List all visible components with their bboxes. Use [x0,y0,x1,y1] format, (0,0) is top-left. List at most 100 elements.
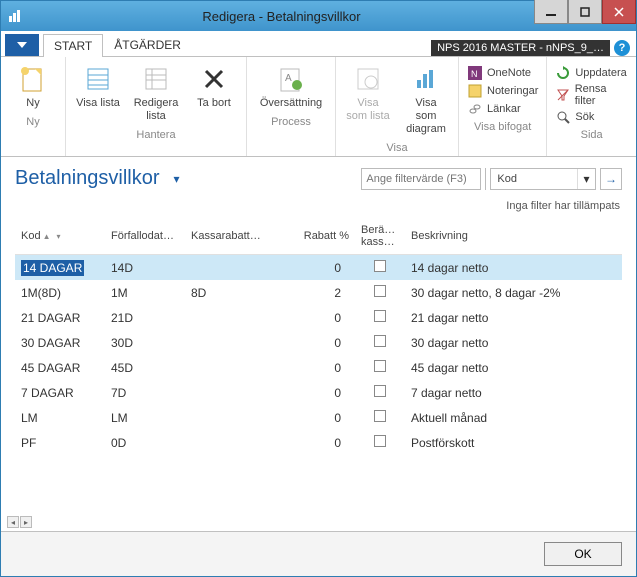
tab-start[interactable]: START [43,34,103,57]
close-button[interactable] [602,0,636,24]
page-title-dropdown[interactable]: ▾ [174,172,180,186]
cell-rabatt[interactable]: 0 [285,355,355,380]
prev-record-icon[interactable]: ◂ [7,516,19,528]
next-record-icon[interactable]: ▸ [20,516,32,528]
cell-berakn[interactable] [355,255,405,281]
cell-berakn[interactable] [355,355,405,380]
cell-besk[interactable]: 45 dagar netto [405,355,622,380]
checkbox[interactable] [374,310,386,322]
cell-besk[interactable]: 14 dagar netto [405,255,622,281]
translation-button[interactable]: A Översättning [255,61,327,112]
cell-forf[interactable]: 45D [105,355,185,380]
links-button[interactable]: Länkar [467,101,538,117]
checkbox[interactable] [374,360,386,372]
cell-berakn[interactable] [355,305,405,330]
cell-berakn[interactable] [355,330,405,355]
cell-rabatt[interactable]: 0 [285,380,355,405]
cell-berakn[interactable] [355,380,405,405]
show-as-list-button[interactable]: Visa som lista [344,61,392,138]
filter-input[interactable] [361,168,481,190]
new-button[interactable]: Ny [9,61,57,112]
cell-kod[interactable]: 14 DAGAR [15,255,105,281]
cell-rabatt[interactable]: 0 [285,405,355,430]
file-menu-button[interactable] [5,34,39,56]
filter-field-select[interactable]: Kod ▾ [490,168,596,190]
cell-kod[interactable]: PF [15,430,105,455]
data-grid[interactable]: Kod▲▾ Förfallodat… Kassarabatt… Rabatt %… [15,218,622,531]
cell-besk[interactable]: 30 dagar netto [405,330,622,355]
cell-kod[interactable]: 1M(8D) [15,280,105,305]
notes-button[interactable]: Noteringar [467,83,538,99]
table-row[interactable]: 30 DAGAR30D 0 30 dagar netto [15,330,622,355]
table-row[interactable]: 21 DAGAR21D 0 21 dagar netto [15,305,622,330]
cell-rabatt[interactable]: 2 [285,280,355,305]
cell-forf[interactable]: 14D [105,255,185,281]
checkbox[interactable] [374,435,386,447]
cell-kass[interactable] [185,330,285,355]
checkbox[interactable] [374,335,386,347]
cell-kass[interactable] [185,430,285,455]
table-row[interactable]: 14 DAGAR14D 0 14 dagar netto [15,255,622,281]
edit-list-button[interactable]: Redigera lista [132,61,180,125]
cell-kod[interactable]: 30 DAGAR [15,330,105,355]
tab-actions[interactable]: ÅTGÄRDER [103,33,192,56]
cell-kass[interactable] [185,355,285,380]
refresh-button[interactable]: Uppdatera [555,65,628,81]
record-nav[interactable]: ◂ ▸ [7,516,32,528]
cell-rabatt[interactable]: 0 [285,305,355,330]
cell-kod[interactable]: 7 DAGAR [15,380,105,405]
col-kassarabatt[interactable]: Kassarabatt… [185,218,285,255]
cell-kass[interactable] [185,305,285,330]
cell-kass[interactable] [185,405,285,430]
table-row[interactable]: 45 DAGAR45D 0 45 dagar netto [15,355,622,380]
cell-besk[interactable]: Postförskott [405,430,622,455]
cell-kass[interactable] [185,255,285,281]
cell-besk[interactable]: 21 dagar netto [405,305,622,330]
cell-kass[interactable] [185,380,285,405]
table-row[interactable]: 7 DAGAR7D 0 7 dagar netto [15,380,622,405]
cell-berakn[interactable] [355,430,405,455]
cell-besk[interactable]: Aktuell månad [405,405,622,430]
show-as-chart-button[interactable]: Visa som diagram [402,61,450,138]
cell-rabatt[interactable]: 0 [285,430,355,455]
cell-rabatt[interactable]: 0 [285,255,355,281]
show-list-button[interactable]: Visa lista [74,61,122,125]
cell-berakn[interactable] [355,280,405,305]
cell-kod[interactable]: 21 DAGAR [15,305,105,330]
col-beskrivning[interactable]: Beskrivning [405,218,622,255]
cell-besk[interactable]: 30 dagar netto, 8 dagar -2% [405,280,622,305]
cell-forf[interactable]: 1M [105,280,185,305]
help-icon[interactable]: ? [614,40,630,56]
apply-filter-button[interactable]: → [600,168,622,190]
cell-besk[interactable]: 7 dagar netto [405,380,622,405]
search-button[interactable]: Sök [555,109,628,125]
cell-forf[interactable]: 0D [105,430,185,455]
cell-forf[interactable]: LM [105,405,185,430]
table-row[interactable]: PF0D 0 Postförskott [15,430,622,455]
cell-forf[interactable]: 21D [105,305,185,330]
cell-kod[interactable]: 45 DAGAR [15,355,105,380]
col-rabatt[interactable]: Rabatt % [285,218,355,255]
chevron-down-icon[interactable]: ▾ [577,169,595,189]
table-row[interactable]: 1M(8D)1M8D2 30 dagar netto, 8 dagar -2% [15,280,622,305]
cell-forf[interactable]: 30D [105,330,185,355]
col-kod[interactable]: Kod▲▾ [15,218,105,255]
col-berakn[interactable]: Berä… kass… [355,218,405,255]
cell-forf[interactable]: 7D [105,380,185,405]
table-row[interactable]: LMLM 0 Aktuell månad [15,405,622,430]
maximize-button[interactable] [568,0,602,24]
checkbox[interactable] [374,410,386,422]
minimize-button[interactable] [534,0,568,24]
delete-button[interactable]: Ta bort [190,61,238,125]
cell-berakn[interactable] [355,405,405,430]
col-forfallodat[interactable]: Förfallodat… [105,218,185,255]
checkbox[interactable] [374,260,386,272]
checkbox[interactable] [374,285,386,297]
clear-filter-button[interactable]: Rensa filter [555,83,628,107]
onenote-button[interactable]: NOneNote [467,65,538,81]
cell-kod[interactable]: LM [15,405,105,430]
ok-button[interactable]: OK [544,542,622,566]
cell-rabatt[interactable]: 0 [285,330,355,355]
cell-kass[interactable]: 8D [185,280,285,305]
checkbox[interactable] [374,385,386,397]
